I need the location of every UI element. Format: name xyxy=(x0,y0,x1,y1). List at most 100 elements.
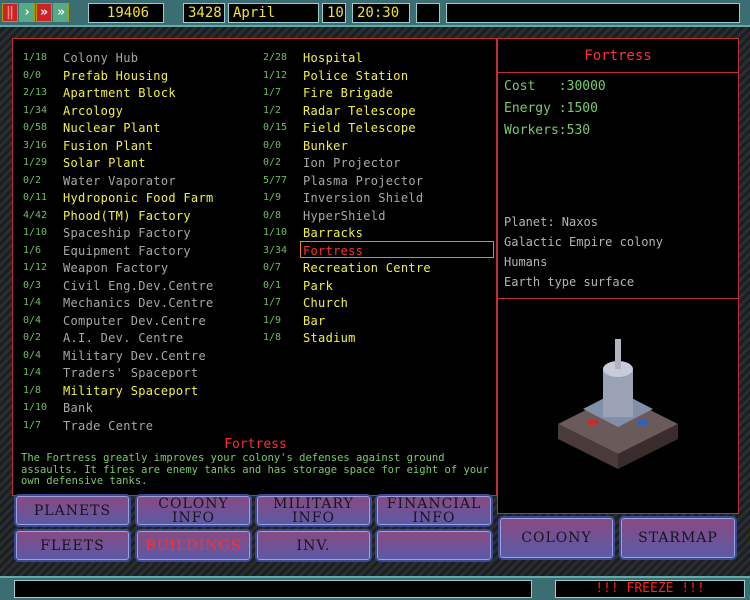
fleets-button[interactable]: FLEETS xyxy=(14,529,131,562)
building-count: 1/6 xyxy=(23,244,42,256)
building-count: 2/13 xyxy=(23,87,48,98)
military-info-button[interactable]: MILITARY INFO xyxy=(255,494,372,527)
building-count: 1/10 xyxy=(23,402,48,413)
building-item[interactable]: Field Telescope xyxy=(303,120,416,136)
building-count: 1/7 xyxy=(263,87,282,98)
empty-button[interactable] xyxy=(375,529,493,562)
building-item[interactable]: Military Spaceport xyxy=(63,383,198,399)
building-count: 0/2 xyxy=(263,157,282,168)
cost-value: 30000 xyxy=(566,79,606,94)
building-item[interactable]: HyperShield xyxy=(303,208,386,224)
building-count: 1/10 xyxy=(23,227,48,238)
inventions-button[interactable]: INV. xyxy=(255,529,372,562)
planet-surface: Earth type surface xyxy=(504,275,635,289)
building-count: 1/7 xyxy=(263,297,282,308)
play-icon[interactable]: › xyxy=(19,3,35,22)
fast-forward-icon[interactable]: » xyxy=(36,3,52,22)
description-text: The Fortress greatly improves your colon… xyxy=(21,452,489,487)
pause-icon[interactable]: ‖ xyxy=(2,3,18,22)
building-count: 0/2 xyxy=(23,332,42,343)
building-item[interactable]: Arcology xyxy=(63,103,123,119)
selection-highlight xyxy=(300,241,494,258)
day-display: 10 xyxy=(322,3,346,23)
building-item[interactable]: Inversion Shield xyxy=(303,190,423,206)
building-item[interactable]: Military Dev.Centre xyxy=(63,348,206,364)
energy-label: Energy : xyxy=(504,101,567,116)
colony-info-button[interactable]: COLONY INFO xyxy=(135,494,252,527)
building-count: 1/34 xyxy=(23,104,48,116)
planet-race: Humans xyxy=(504,255,548,269)
planets-button[interactable]: PLANETS xyxy=(14,494,131,527)
building-item[interactable]: Prefab Housing xyxy=(63,68,168,84)
building-item[interactable]: Church xyxy=(303,295,348,311)
building-item[interactable]: Bar xyxy=(303,313,326,329)
building-count: 1/4 xyxy=(23,367,42,378)
building-item[interactable]: Police Station xyxy=(303,68,408,84)
building-item[interactable]: Bunker xyxy=(303,138,348,154)
buildings-button[interactable]: BUILDINGS xyxy=(135,529,252,562)
starmap-button[interactable]: STARMAP xyxy=(619,516,737,560)
building-count: 1/9 xyxy=(263,314,282,326)
building-count: 0/3 xyxy=(23,279,42,291)
building-count: 4/42 xyxy=(23,209,48,221)
workers-value: 530 xyxy=(566,123,591,138)
colony-button[interactable]: COLONY xyxy=(498,516,615,560)
building-item[interactable]: Traders' Spaceport xyxy=(63,365,198,381)
building-item[interactable]: Hospital xyxy=(303,50,363,66)
details-title: Fortress xyxy=(498,39,738,73)
building-item[interactable]: Bank xyxy=(63,400,93,416)
building-item[interactable]: Weapon Factory xyxy=(63,260,168,276)
building-count: 1/10 xyxy=(263,227,288,238)
planet-name: Planet: Naxos xyxy=(504,215,598,229)
building-count: 3/34 xyxy=(263,244,288,256)
building-item[interactable]: Ion Projector xyxy=(303,155,401,171)
building-count: 0/11 xyxy=(23,192,48,203)
building-item[interactable]: Civil Eng.Dev.Centre xyxy=(63,278,214,294)
building-count: 1/8 xyxy=(23,384,42,396)
building-count: 1/29 xyxy=(23,157,48,168)
building-item[interactable]: Fusion Plant xyxy=(63,138,153,154)
building-item[interactable]: Equipment Factory xyxy=(63,243,191,259)
building-item[interactable]: Radar Telescope xyxy=(303,103,416,119)
description-title: Fortress xyxy=(224,437,287,452)
building-item[interactable]: Hydroponic Food Farm xyxy=(63,190,214,206)
credits-display: 19406 xyxy=(88,3,164,23)
building-item[interactable]: Computer Dev.Centre xyxy=(63,313,206,329)
month-display: April xyxy=(228,3,319,23)
fastest-icon[interactable]: » xyxy=(53,3,69,22)
building-count: 1/9 xyxy=(263,192,282,203)
building-item[interactable]: Park xyxy=(303,278,333,294)
building-item[interactable]: Mechanics Dev.Centre xyxy=(63,295,214,311)
building-item[interactable]: Stadium xyxy=(303,330,356,346)
building-item[interactable]: Trade Centre xyxy=(63,418,153,434)
building-count: 2/28 xyxy=(263,52,288,63)
building-item[interactable]: Plasma Projector xyxy=(303,173,423,189)
building-item[interactable]: A.I. Dev. Centre xyxy=(63,330,183,346)
building-item[interactable]: Barracks xyxy=(303,225,363,241)
building-count: 0/58 xyxy=(23,122,48,133)
building-item[interactable]: Spaceship Factory xyxy=(63,225,191,241)
time-display: 20:30 xyxy=(352,3,410,23)
building-item[interactable]: Nuclear Plant xyxy=(63,120,161,136)
building-item[interactable]: Apartment Block xyxy=(63,85,176,101)
financial-info-button[interactable]: FINANCIAL INFO xyxy=(375,494,493,527)
workers-row: Workers:530 xyxy=(504,123,590,138)
building-count: 0/7 xyxy=(263,262,282,273)
building-item[interactable]: Colony Hub xyxy=(63,50,138,66)
building-count: 0/2 xyxy=(23,174,42,186)
building-item[interactable]: Solar Plant xyxy=(63,155,146,171)
year-display: 3428 xyxy=(183,3,225,23)
workers-label: Workers: xyxy=(504,123,567,138)
building-count: 0/0 xyxy=(23,69,42,81)
building-count: 0/4 xyxy=(23,349,42,361)
status-left-display xyxy=(14,580,532,598)
building-item[interactable]: Water Vaporator xyxy=(63,173,176,189)
building-item[interactable]: Recreation Centre xyxy=(303,260,431,276)
building-count: 1/4 xyxy=(23,297,42,308)
building-item[interactable]: Phood(TM) Factory xyxy=(63,208,191,224)
status-message: !!! FREEZE !!! xyxy=(555,580,745,598)
cost-label: Cost : xyxy=(504,79,567,94)
building-item[interactable]: Fire Brigade xyxy=(303,85,393,101)
divider xyxy=(498,298,738,299)
building-count: 1/8 xyxy=(263,332,282,343)
